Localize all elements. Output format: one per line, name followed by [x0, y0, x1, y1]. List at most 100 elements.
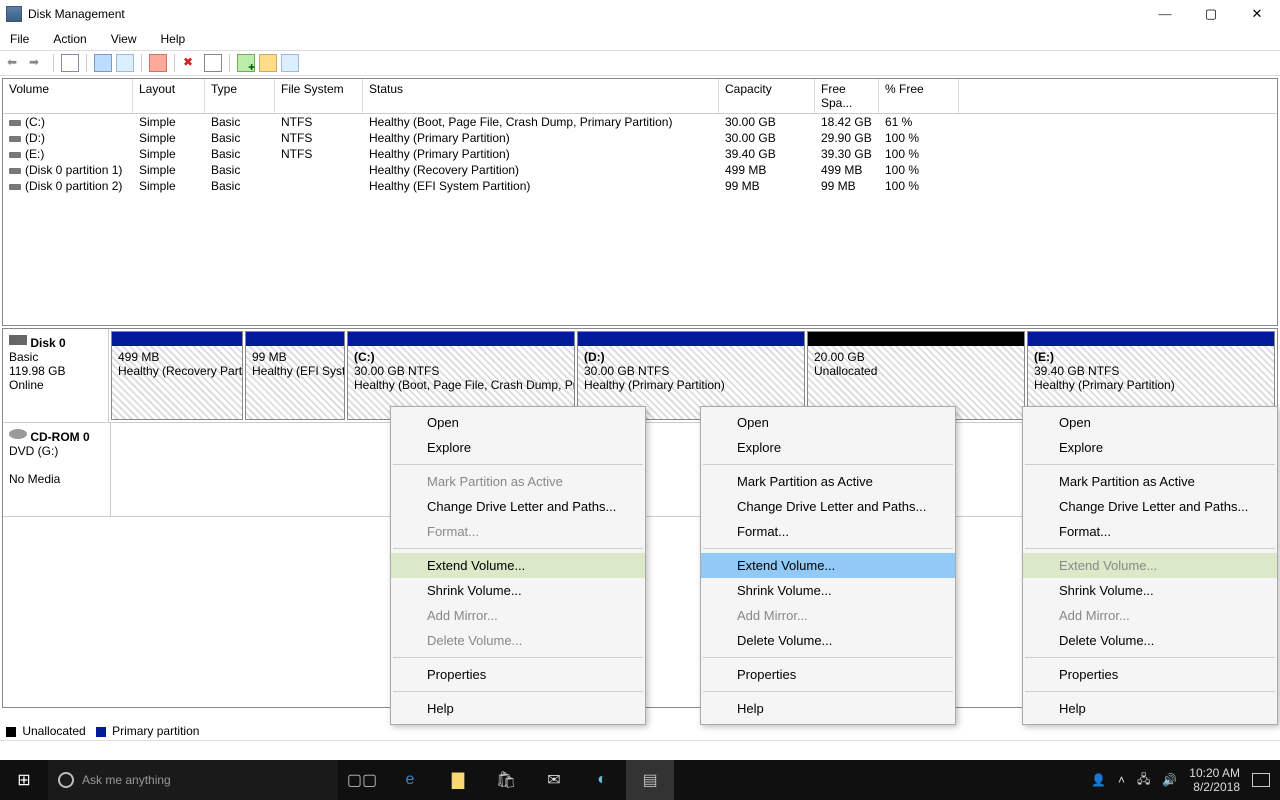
refresh-icon[interactable]	[116, 54, 134, 72]
col-layout[interactable]: Layout	[133, 79, 205, 113]
menu-extend-volume: Extend Volume...	[1023, 553, 1277, 578]
menubar: File Action View Help	[0, 28, 1280, 50]
cdrom-state: No Media	[9, 472, 60, 486]
edge-icon[interactable]: e	[386, 760, 434, 800]
menu-file[interactable]: File	[6, 30, 33, 48]
volume-icon[interactable]: 🔊	[1162, 773, 1177, 787]
close-button[interactable]: ✕	[1234, 0, 1280, 28]
disk-label: Disk 0	[30, 336, 65, 350]
menu-format[interactable]: Format...	[701, 519, 955, 544]
cortana-icon	[58, 772, 74, 788]
menu-format: Format...	[391, 519, 645, 544]
more-icon[interactable]	[281, 54, 299, 72]
toolbar-sep	[53, 54, 54, 72]
col-status[interactable]: Status	[363, 79, 719, 113]
minimize-button[interactable]: —	[1142, 0, 1188, 28]
menu-delete-volume[interactable]: Delete Volume...	[701, 628, 955, 653]
menu-extend-volume[interactable]: Extend Volume...	[391, 553, 645, 578]
volume-row[interactable]: (C:)SimpleBasicNTFSHealthy (Boot, Page F…	[3, 114, 1277, 130]
menu-mark-active: Mark Partition as Active	[391, 469, 645, 494]
show-hide-icon[interactable]	[61, 54, 79, 72]
menu-change-drive-letter[interactable]: Change Drive Letter and Paths...	[1023, 494, 1277, 519]
menu-change-drive-letter[interactable]: Change Drive Letter and Paths...	[701, 494, 955, 519]
menu-mark-active[interactable]: Mark Partition as Active	[1023, 469, 1277, 494]
menu-add-mirror: Add Mirror...	[391, 603, 645, 628]
maximize-button[interactable]: ▢	[1188, 0, 1234, 28]
menu-sep	[393, 548, 643, 549]
toolbar-sep	[141, 54, 142, 72]
properties-icon[interactable]	[204, 54, 222, 72]
action-icon[interactable]	[149, 54, 167, 72]
volume-row[interactable]: (Disk 0 partition 2)SimpleBasicHealthy (…	[3, 178, 1277, 194]
mail-icon[interactable]: ✉	[530, 760, 578, 800]
disk-management-taskbar-icon[interactable]: ▤	[626, 760, 674, 800]
menu-explore[interactable]: Explore	[391, 435, 645, 460]
cdrom-drive: DVD (G:)	[9, 444, 58, 458]
col-volume[interactable]: Volume	[3, 79, 133, 113]
col-capacity[interactable]: Capacity	[719, 79, 815, 113]
search-placeholder: Ask me anything	[82, 773, 171, 787]
volume-list-header: Volume Layout Type File System Status Ca…	[3, 79, 1277, 114]
volume-row[interactable]: (Disk 0 partition 1)SimpleBasicHealthy (…	[3, 162, 1277, 178]
task-view-icon[interactable]: ▢▢	[338, 760, 386, 800]
menu-view[interactable]: View	[107, 30, 141, 48]
menu-sep	[1025, 691, 1275, 692]
menu-sep	[703, 691, 953, 692]
clock[interactable]: 10:20 AM 8/2/2018	[1189, 766, 1240, 795]
context-menu-e: Open Explore Mark Partition as Active Ch…	[1022, 406, 1278, 725]
store-icon[interactable]: 🛍	[482, 760, 530, 800]
menu-explore[interactable]: Explore	[701, 435, 955, 460]
new-partition-icon[interactable]	[237, 54, 255, 72]
disk-info[interactable]: Disk 0 Basic 119.98 GB Online	[3, 329, 109, 422]
menu-action[interactable]: Action	[49, 30, 90, 48]
cdrom-info[interactable]: CD-ROM 0 DVD (G:) No Media	[3, 423, 111, 516]
col-free[interactable]: Free Spa...	[815, 79, 879, 113]
menu-shrink-volume[interactable]: Shrink Volume...	[1023, 578, 1277, 603]
menu-sep	[1025, 548, 1275, 549]
toolbar-sep	[86, 54, 87, 72]
app-icon-1[interactable]: ◐	[578, 760, 626, 800]
partition[interactable]: 499 MBHealthy (Recovery Parti	[111, 331, 243, 420]
menu-properties[interactable]: Properties	[391, 662, 645, 687]
menu-open[interactable]: Open	[1023, 410, 1277, 435]
menu-help[interactable]: Help	[1023, 696, 1277, 721]
menu-sep	[1025, 464, 1275, 465]
col-fs[interactable]: File System	[275, 79, 363, 113]
forward-icon[interactable]	[28, 54, 46, 72]
people-icon[interactable]: 👤	[1091, 773, 1106, 787]
volume-row[interactable]: (E:)SimpleBasicNTFSHealthy (Primary Part…	[3, 146, 1277, 162]
start-button[interactable]: ⊞	[0, 760, 48, 800]
tray-expand-icon[interactable]: ˄	[1118, 773, 1125, 787]
volume-list: Volume Layout Type File System Status Ca…	[2, 78, 1278, 326]
menu-help[interactable]: Help	[157, 30, 190, 48]
action-center-icon[interactable]	[1252, 773, 1270, 787]
menu-help[interactable]: Help	[391, 696, 645, 721]
network-icon[interactable]: 🖧	[1137, 770, 1150, 791]
menu-explore[interactable]: Explore	[1023, 435, 1277, 460]
cdrom-icon	[9, 429, 27, 439]
volume-row[interactable]: (D:)SimpleBasicNTFSHealthy (Primary Part…	[3, 130, 1277, 146]
menu-delete-volume[interactable]: Delete Volume...	[1023, 628, 1277, 653]
back-icon[interactable]	[6, 54, 24, 72]
settings-icon[interactable]	[259, 54, 277, 72]
file-explorer-icon[interactable]: ▇	[434, 760, 482, 800]
menu-mark-active[interactable]: Mark Partition as Active	[701, 469, 955, 494]
menu-open[interactable]: Open	[701, 410, 955, 435]
delete-icon[interactable]	[182, 54, 200, 72]
menu-shrink-volume[interactable]: Shrink Volume...	[391, 578, 645, 603]
menu-format[interactable]: Format...	[1023, 519, 1277, 544]
menu-sep	[703, 657, 953, 658]
menu-properties[interactable]: Properties	[1023, 662, 1277, 687]
menu-extend-volume[interactable]: Extend Volume...	[701, 553, 955, 578]
col-type[interactable]: Type	[205, 79, 275, 113]
menu-add-mirror: Add Mirror...	[1023, 603, 1277, 628]
menu-change-drive-letter[interactable]: Change Drive Letter and Paths...	[391, 494, 645, 519]
col-pct[interactable]: % Free	[879, 79, 959, 113]
menu-shrink-volume[interactable]: Shrink Volume...	[701, 578, 955, 603]
menu-open[interactable]: Open	[391, 410, 645, 435]
menu-help[interactable]: Help	[701, 696, 955, 721]
menu-properties[interactable]: Properties	[701, 662, 955, 687]
help-icon[interactable]	[94, 54, 112, 72]
partition[interactable]: 99 MBHealthy (EFI Syst	[245, 331, 345, 420]
cortana-search[interactable]: Ask me anything	[48, 760, 338, 800]
